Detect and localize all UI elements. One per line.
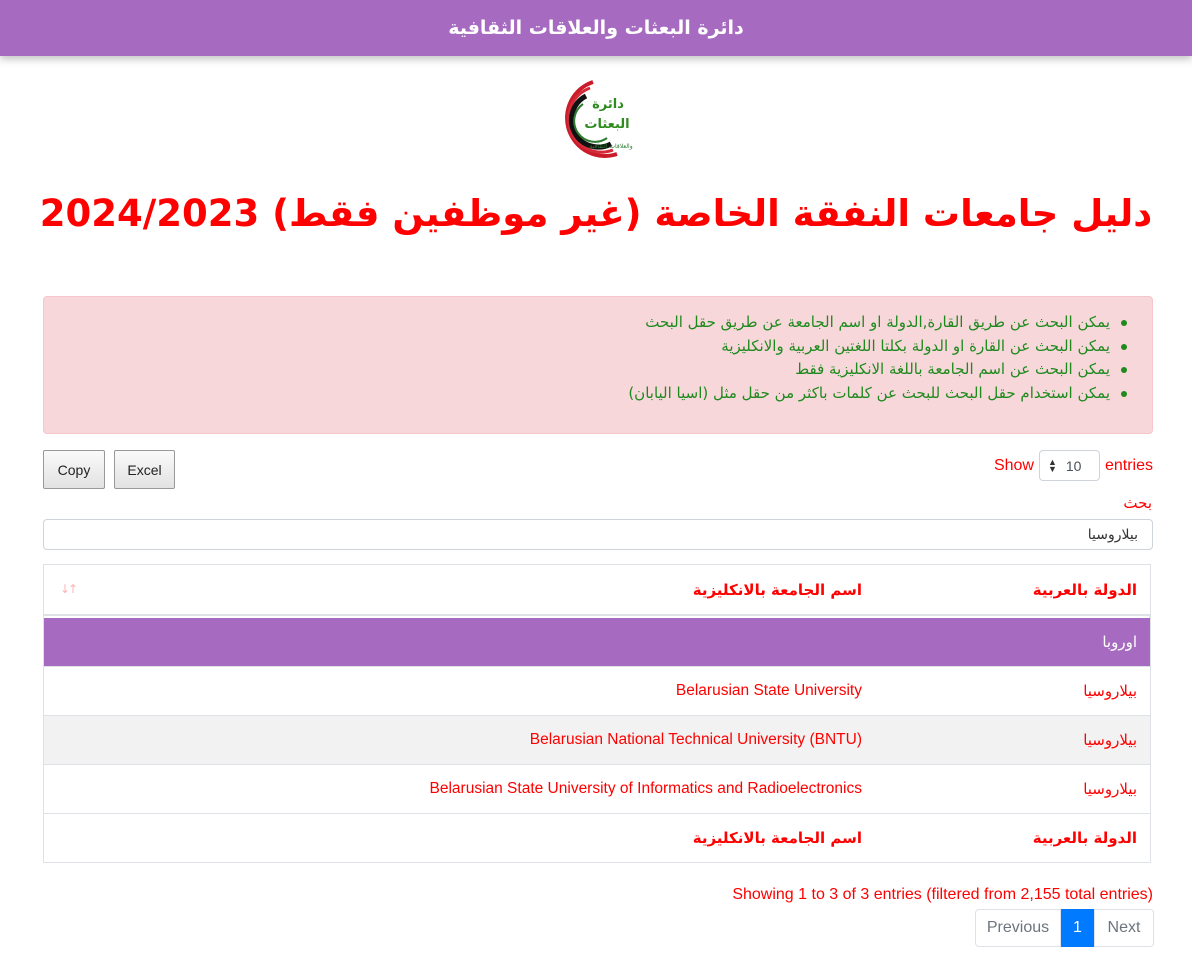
page-title: دليل جامعات النفقة الخاصة (غير موظفين فق… (39, 192, 1153, 235)
cell-country: بيلاروسيا (1083, 682, 1137, 700)
table-row: بيلاروسيا Belarusian National Technical … (44, 715, 1150, 764)
search-input[interactable]: بيلاروسيا (43, 519, 1153, 550)
logo-caption: والعلاقات الثقافية (589, 143, 632, 150)
show-label: Show (993, 456, 1034, 474)
table-row: بيلاروسيا Belarusian State University (44, 666, 1150, 715)
cell-country: بيلاروسيا (1083, 780, 1137, 798)
excel-button[interactable]: Excel (114, 450, 175, 489)
header-title: دائرة البعثات والعلاقات الثقافية (448, 17, 744, 39)
search-label: بحث (1123, 494, 1152, 512)
group-label: اوروبا (1102, 633, 1137, 651)
cell-university: Belarusian State University (675, 682, 862, 699)
entries-length-control: Show ▲ ▼ 10 entries (994, 450, 1153, 481)
pagination: Previous 1 Next (975, 909, 1154, 947)
table-info: Showing 1 to 3 of 3 entries (filtered fr… (732, 886, 1153, 903)
next-page-button[interactable]: Next (1094, 909, 1154, 947)
copy-button[interactable]: Copy (43, 450, 105, 489)
note-item: يمكن البحث عن اسم الجامعة باللغة الانكلي… (44, 358, 1127, 382)
universities-table: الدولة بالعربية اسم الجامعة بالانكليزية … (43, 564, 1151, 863)
logo-text-1: دائرة (592, 97, 624, 112)
entries-select[interactable]: ▲ ▼ 10 (1038, 450, 1100, 481)
group-row-continent: اوروبا (44, 618, 1150, 666)
column-header-country[interactable]: الدولة بالعربية (877, 565, 1137, 614)
search-notes-alert: يمكن البحث عن طريق القارة,الدولة او اسم … (43, 296, 1153, 434)
footer-university: اسم الجامعة بالانكليزية (692, 829, 862, 847)
footer-country: الدولة بالعربية (1032, 829, 1137, 847)
note-item: يمكن البحث عن القارة او الدولة بكلتا الل… (44, 335, 1127, 359)
cell-country: بيلاروسيا (1083, 731, 1137, 749)
sort-arrows-icon[interactable]: ↑↓ (60, 582, 78, 596)
notes-list: يمكن البحث عن طريق القارة,الدولة او اسم … (44, 297, 1152, 405)
cell-university: Belarusian National Technical University… (529, 731, 862, 748)
entries-label: entries (1104, 456, 1153, 474)
table-footer-row: الدولة بالعربية اسم الجامعة بالانكليزية (44, 813, 1150, 862)
note-item: يمكن البحث عن طريق القارة,الدولة او اسم … (44, 311, 1127, 335)
note-item: يمكن استخدام حقل البحث للبحث عن كلمات با… (44, 382, 1127, 406)
column-header-university[interactable]: اسم الجامعة بالانكليزية (362, 565, 862, 614)
logo-emblem: دائرة البعثات والعلاقات الثقافية (565, 80, 633, 158)
page-1-button[interactable]: 1 (1061, 909, 1094, 947)
top-header-bar: دائرة البعثات والعلاقات الثقافية (0, 0, 1192, 56)
logo-text-2: البعثات (584, 117, 629, 132)
table-row: بيلاروسيا Belarusian State University of… (44, 764, 1150, 813)
select-arrows-icon: ▲ ▼ (1047, 456, 1057, 474)
previous-page-button[interactable]: Previous (975, 909, 1061, 947)
cell-university: Belarusian State University of Informati… (429, 780, 862, 797)
entries-select-value: 10 (1065, 457, 1082, 474)
search-input-value: بيلاروسيا (1087, 526, 1138, 543)
table-header-row: الدولة بالعربية اسم الجامعة بالانكليزية … (44, 565, 1150, 616)
